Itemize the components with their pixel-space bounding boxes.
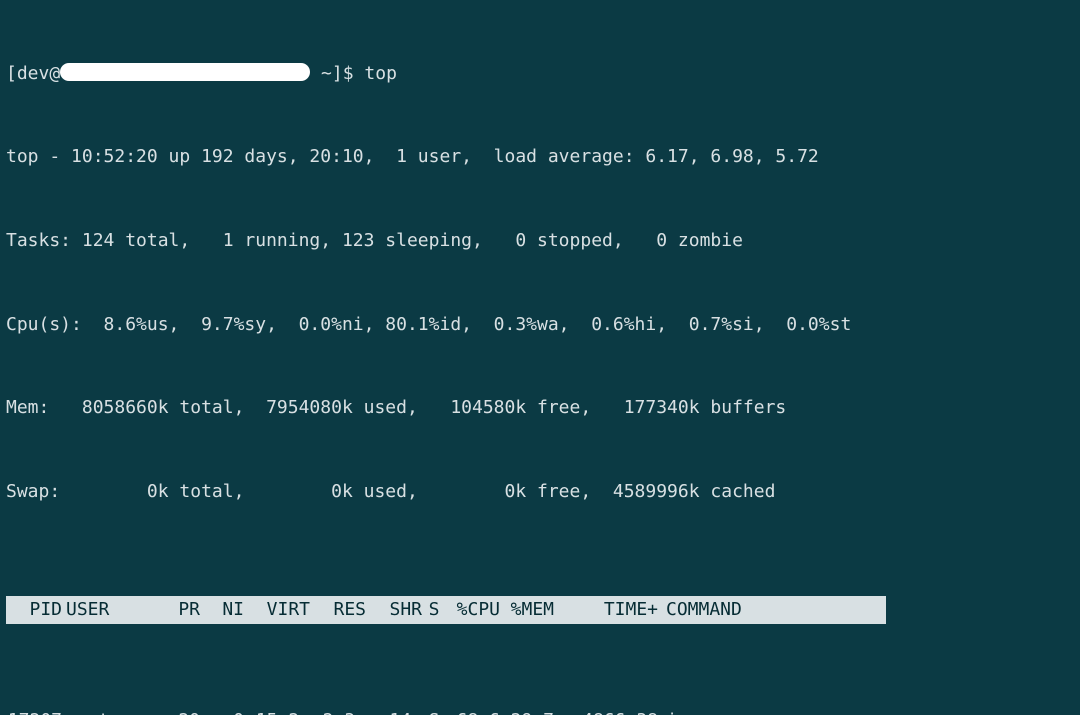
process-table-body: 17207root20015.2g2.3g14mS68.629.74866:38… <box>6 707 1074 715</box>
prompt-open: [ <box>6 63 17 84</box>
cell-pr: 20 <box>156 707 200 715</box>
col-user: USER <box>66 596 156 624</box>
prompt-user: dev <box>17 63 50 84</box>
cell-res: 2.3g <box>310 707 366 715</box>
hostname-redacted <box>60 63 310 80</box>
col-mem: %MEM <box>500 596 554 624</box>
col-pr: PR <box>156 596 200 624</box>
cell-pid: 17207 <box>6 707 66 715</box>
col-cpu: %CPU <box>446 596 500 624</box>
cell-shr: 14m <box>366 707 422 715</box>
cell-user: root <box>66 707 156 715</box>
cell-cmd: java <box>658 707 826 715</box>
col-ni: NI <box>200 596 244 624</box>
col-virt: VIRT <box>244 596 310 624</box>
summary-swap-line: Swap: 0k total, 0k used, 0k free, 458999… <box>6 478 1074 506</box>
cell-mem: 29.7 <box>500 707 554 715</box>
prompt-path: ~]$ <box>310 63 364 84</box>
summary-cpu-line: Cpu(s): 8.6%us, 9.7%sy, 0.0%ni, 80.1%id,… <box>6 311 1074 339</box>
col-time: TIME+ <box>554 596 658 624</box>
summary-tasks-line: Tasks: 124 total, 1 running, 123 sleepin… <box>6 227 1074 255</box>
cell-time: 4866:38 <box>554 707 658 715</box>
cell-s: S <box>422 707 446 715</box>
process-table-header: PID USER PR NI VIRT RES SHR S %CPU %MEM … <box>6 596 886 624</box>
shell-prompt-line: [dev@ ~]$ top <box>6 60 1074 88</box>
summary-mem-line: Mem: 8058660k total, 7954080k used, 1045… <box>6 394 1074 422</box>
col-shr: SHR <box>366 596 422 624</box>
cell-cpu: 68.6 <box>446 707 500 715</box>
summary-time-line: top - 10:52:20 up 192 days, 20:10, 1 use… <box>6 143 1074 171</box>
prompt-at: @ <box>49 63 60 84</box>
process-row: 17207root20015.2g2.3g14mS68.629.74866:38… <box>6 707 1074 715</box>
col-cmd: COMMAND <box>658 596 826 624</box>
terminal[interactable]: [dev@ ~]$ top top - 10:52:20 up 192 days… <box>0 0 1080 715</box>
col-pid: PID <box>6 596 66 624</box>
col-res: RES <box>310 596 366 624</box>
cell-ni: 0 <box>200 707 244 715</box>
typed-command: top <box>364 63 397 84</box>
col-s: S <box>422 596 446 624</box>
cell-virt: 15.2g <box>244 707 310 715</box>
